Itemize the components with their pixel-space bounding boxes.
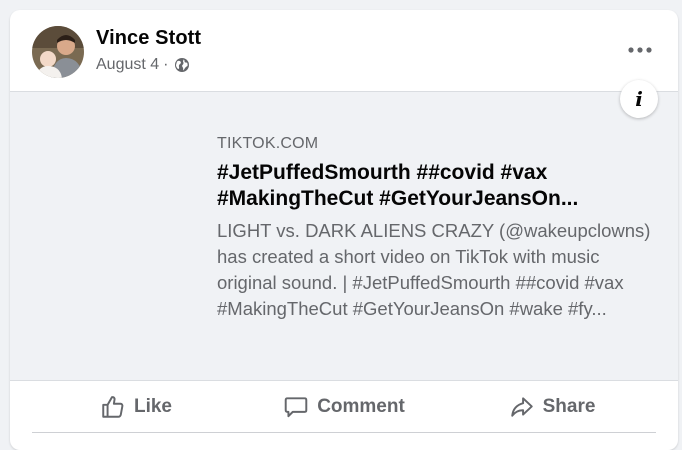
avatar-photo bbox=[32, 26, 84, 78]
link-description: LIGHT vs. DARK ALIENS CRAZY (@wakeupclow… bbox=[217, 220, 651, 319]
info-icon: i bbox=[635, 87, 643, 111]
link-domain: TIKTOK.COM bbox=[217, 135, 319, 152]
meta-separator: · bbox=[163, 56, 169, 73]
avatar[interactable] bbox=[32, 26, 84, 78]
post-actions: Like Comment Share bbox=[32, 382, 656, 433]
share-icon bbox=[510, 397, 533, 417]
author-name[interactable]: Vince Stott bbox=[96, 27, 201, 50]
thumbs-up-icon bbox=[102, 396, 124, 418]
link-title[interactable]: #JetPuffedSmourth ##covid #vax #MakingTh… bbox=[217, 160, 657, 212]
share-label: Share bbox=[542, 396, 596, 417]
like-label: Like bbox=[133, 396, 173, 417]
info-button[interactable]: i bbox=[620, 80, 658, 118]
comment-icon bbox=[284, 397, 308, 418]
link-preview-text[interactable]: TIKTOK.COM #JetPuffedSmourth ##covid #va… bbox=[217, 134, 657, 322]
more-horizontal-icon bbox=[628, 47, 652, 53]
like-button[interactable]: Like bbox=[32, 385, 240, 429]
comment-label: Comment bbox=[317, 396, 405, 417]
post-meta: August 4 · bbox=[96, 56, 190, 74]
globe-icon bbox=[174, 57, 190, 73]
link-preview[interactable]: i TIKTOK.COM #JetPuffedSmourth ##covid #… bbox=[10, 80, 678, 381]
post-header: Vince Stott August 4 · bbox=[10, 10, 678, 90]
post-card: Vince Stott August 4 · i TIKTOK.COM #Jet… bbox=[10, 10, 678, 450]
post-date[interactable]: August 4 bbox=[96, 56, 159, 74]
share-button[interactable]: Share bbox=[448, 385, 656, 429]
comment-button[interactable]: Comment bbox=[240, 385, 448, 429]
more-options-button[interactable] bbox=[622, 32, 658, 68]
